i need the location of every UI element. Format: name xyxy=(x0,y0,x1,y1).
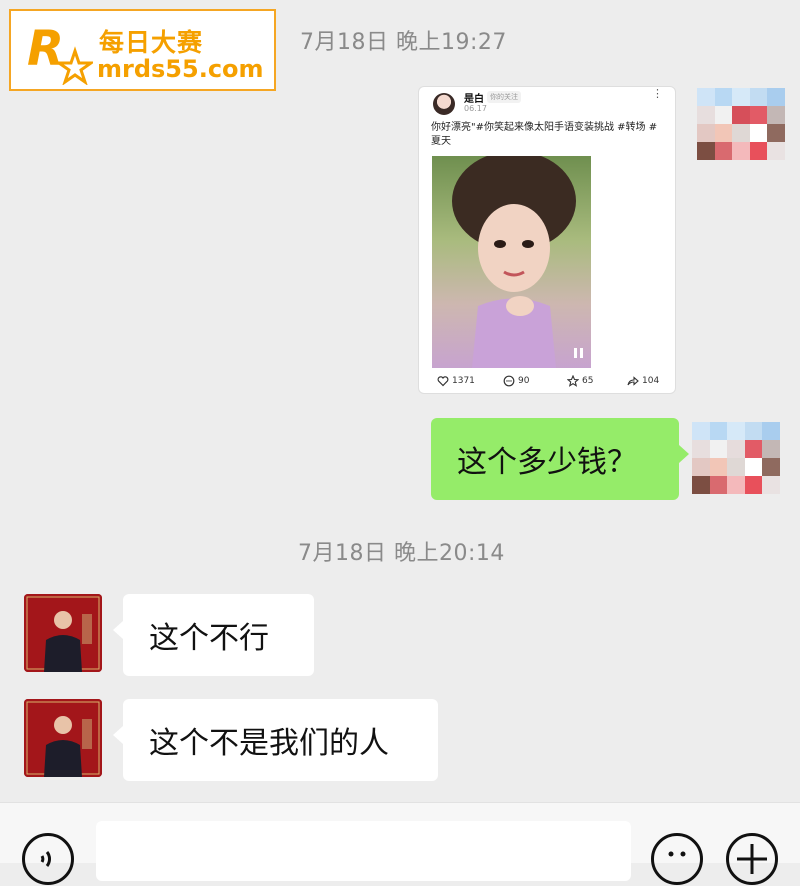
brand-logo-icon: R xyxy=(27,21,93,85)
contact-avatar[interactable] xyxy=(24,594,102,672)
message-timestamp: 7月18日 晚上19:27 xyxy=(300,30,507,55)
voice-icon[interactable] xyxy=(22,833,74,885)
favorites-count: 65 xyxy=(582,376,594,386)
contact-photo xyxy=(24,699,102,777)
message-text: 这个多少钱？ xyxy=(457,445,637,480)
post-stats: 1371 90 65 104 xyxy=(419,375,677,391)
svg-text:R: R xyxy=(27,21,64,77)
my-avatar[interactable] xyxy=(692,422,780,494)
bubble-tail xyxy=(113,621,123,639)
my-message-bubble[interactable]: 这个多少钱？ xyxy=(431,418,679,500)
contact-avatar[interactable] xyxy=(24,699,102,777)
comment-icon xyxy=(503,375,515,387)
star-icon xyxy=(567,375,579,387)
post-author-name: 是白 xyxy=(464,94,484,105)
comments-stat[interactable]: 90 xyxy=(503,375,529,387)
my-avatar[interactable] xyxy=(697,88,785,160)
video-frame-image xyxy=(432,156,591,368)
post-author-avatar xyxy=(433,93,455,115)
contact-message-bubble[interactable]: 这个不是我们的人 xyxy=(123,699,438,781)
more-options-icon[interactable]: ⋮ xyxy=(652,87,663,100)
watermark: R 每日大赛 mrds55.com xyxy=(9,9,276,91)
watermark-brand: 每日大赛 xyxy=(99,28,204,57)
shares-stat[interactable]: 104 xyxy=(627,375,659,387)
emoji-icon[interactable] xyxy=(651,833,703,885)
post-time: 06.17 xyxy=(464,104,487,113)
contact-message-bubble[interactable]: 这个不行 xyxy=(123,594,314,676)
message-input[interactable] xyxy=(96,821,631,881)
contact-photo xyxy=(24,594,102,672)
chat-input-bar xyxy=(0,802,800,885)
message-text: 这个不行 xyxy=(149,621,269,656)
likes-count: 1371 xyxy=(452,376,475,386)
post-follow-tag: 你的关注 xyxy=(487,91,521,103)
share-icon xyxy=(627,376,639,386)
watermark-url: mrds55.com xyxy=(97,55,264,83)
likes-stat[interactable]: 1371 xyxy=(437,375,475,387)
heart-icon xyxy=(437,376,449,387)
comments-count: 90 xyxy=(518,376,530,386)
bubble-tail xyxy=(679,445,689,463)
bubble-tail xyxy=(113,726,123,744)
message-text: 这个不是我们的人 xyxy=(149,726,389,761)
shared-post-card[interactable]: 是白 你的关注 06.17 ⋮ 你好漂亮"#你笑起来像太阳手语变装挑战 #转场 … xyxy=(418,86,676,394)
post-caption: 你好漂亮"#你笑起来像太阳手语变装挑战 #转场 #夏天 xyxy=(431,122,658,147)
message-timestamp: 7月18日 晚上20:14 xyxy=(298,541,505,566)
shares-count: 104 xyxy=(642,376,660,386)
plus-icon[interactable] xyxy=(726,833,778,885)
post-video-thumbnail[interactable] xyxy=(432,156,591,368)
favorites-stat[interactable]: 65 xyxy=(567,375,593,387)
